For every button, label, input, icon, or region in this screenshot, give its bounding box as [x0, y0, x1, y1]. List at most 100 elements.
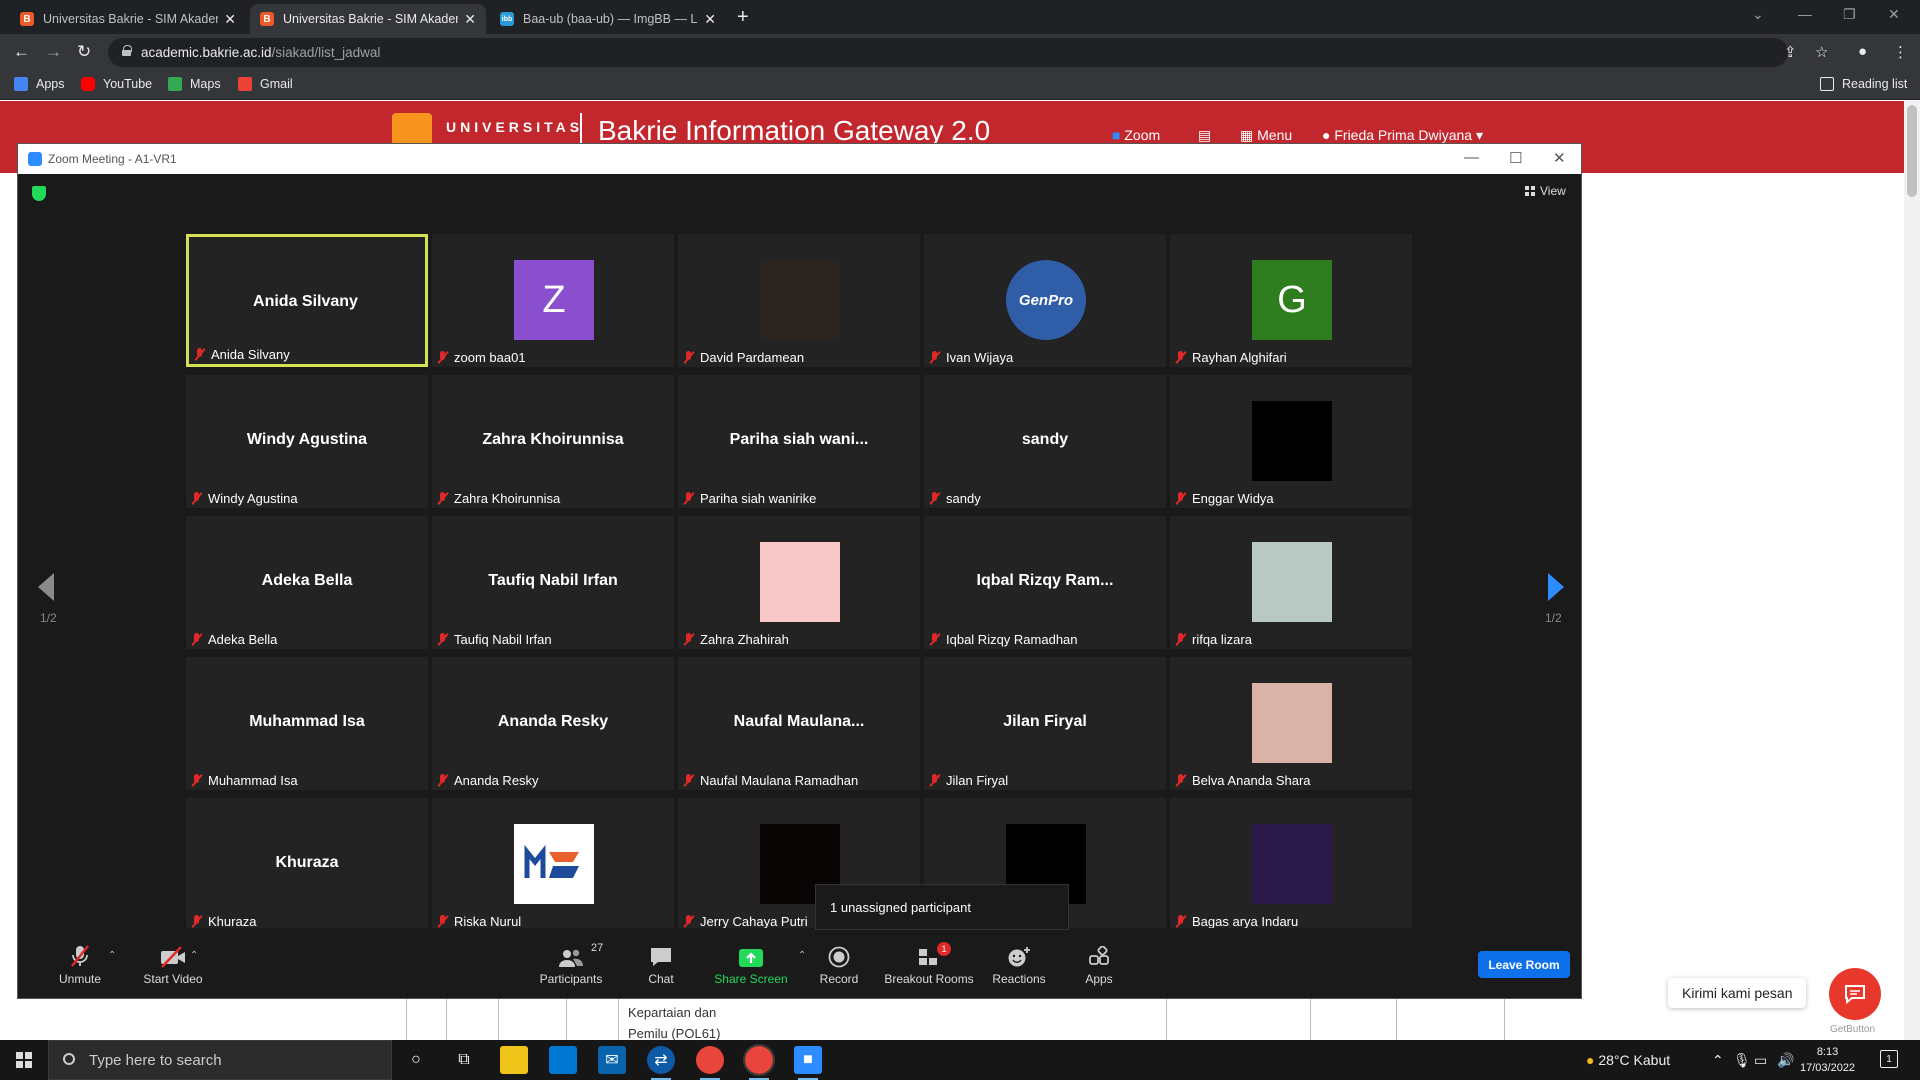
minimize-window-button[interactable]: —	[1798, 6, 1812, 22]
reactions-button[interactable]: Reactions	[974, 942, 1064, 986]
volume-icon[interactable]: 🔊	[1777, 1052, 1794, 1069]
participant-tile[interactable]: Enggar Widya	[1170, 375, 1412, 508]
browser-tab[interactable]: B Universitas Bakrie - SIM Akademik ✕	[10, 4, 246, 34]
next-page-arrow-icon[interactable]	[1548, 573, 1564, 601]
muted-mic-icon	[682, 492, 695, 505]
taskbar-search-box[interactable]: Type here to search	[48, 1040, 392, 1080]
scrollbar-thumb[interactable]	[1907, 105, 1917, 197]
participant-tile[interactable]: Belva Ananda Shara	[1170, 657, 1412, 790]
participant-tile[interactable]: Pariha siah wani... Pariha siah wanirike	[678, 375, 920, 508]
video-options-caret-icon[interactable]: ⌃	[190, 950, 198, 961]
participant-tile[interactable]: Naufal Maulana... Naufal Maulana Ramadhan	[678, 657, 920, 790]
participant-tile[interactable]: Windy Agustina Windy Agustina	[186, 375, 428, 508]
participants-count: 27	[591, 942, 604, 954]
zoom-close-button[interactable]: ✕	[1553, 149, 1566, 167]
taskbar-clock[interactable]: 8:13 17/03/2022	[1800, 1044, 1855, 1076]
encryption-shield-icon[interactable]	[32, 186, 46, 201]
browser-tab-active[interactable]: B Universitas Bakrie - SIM Akademik ✕	[250, 4, 486, 34]
participant-tile[interactable]: rifqa lizara	[1170, 516, 1412, 649]
chat-bubble-button[interactable]	[1829, 968, 1881, 1020]
view-button[interactable]: View	[1525, 184, 1566, 198]
document-icon[interactable]: ▤	[1198, 127, 1211, 144]
unmute-button[interactable]: Unmute	[35, 942, 125, 986]
share-screen-button[interactable]: Share Screen	[706, 942, 796, 986]
previous-page-arrow-icon[interactable]	[38, 573, 54, 601]
reload-icon[interactable]: ↻	[77, 42, 91, 62]
teamviewer-icon[interactable]: ⇄	[647, 1046, 675, 1080]
microphone-icon[interactable]: 🎙	[1733, 1052, 1751, 1069]
participant-tile[interactable]: Iqbal Rizqy Ram... Iqbal Rizqy Ramadhan	[924, 516, 1166, 649]
bookmark-maps[interactable]: Maps	[168, 77, 221, 91]
participant-tile[interactable]: GenPro Ivan Wijaya	[924, 234, 1166, 367]
browser-tab[interactable]: ibb Baa-ub (baa-ub) — ImgBB — Landing ✕	[490, 4, 726, 34]
chat-button[interactable]: Chat	[616, 942, 706, 986]
zoom-app-icon[interactable]: ■	[794, 1046, 822, 1080]
zoom-minimize-button[interactable]: —	[1464, 149, 1479, 166]
windows-start-icon[interactable]	[16, 1052, 32, 1068]
record-button[interactable]: Record	[794, 942, 884, 986]
participant-tile[interactable]: David Pardamean	[678, 234, 920, 367]
reading-list-button[interactable]: Reading list	[1820, 77, 1907, 91]
breakout-rooms-button[interactable]: 1 Breakout Rooms	[884, 942, 974, 986]
participant-tile[interactable]: Muhammad Isa Muhammad Isa	[186, 657, 428, 790]
participant-tile[interactable]: Taufiq Nabil Irfan Taufiq Nabil Irfan	[432, 516, 674, 649]
participant-tile[interactable]: Zahra Khoirunnisa Zahra Khoirunnisa	[432, 375, 674, 508]
task-view-icon[interactable]: ⧉	[450, 1046, 478, 1074]
page-scrollbar[interactable]	[1904, 101, 1920, 1040]
chrome-icon[interactable]	[696, 1046, 724, 1080]
tab-search-icon[interactable]: ⌄	[1752, 6, 1764, 23]
cortana-icon[interactable]: ○	[402, 1046, 430, 1074]
restore-window-button[interactable]: ❐	[1843, 6, 1856, 23]
participant-tile[interactable]: Anida Silvany Anida Silvany	[186, 234, 428, 367]
participant-tile[interactable]: Bagas arya Indaru	[1170, 798, 1412, 928]
participant-tile[interactable]: Khuraza Khuraza	[186, 798, 428, 928]
chrome-profile-icon[interactable]	[743, 1044, 775, 1080]
muted-mic-icon	[682, 633, 695, 646]
close-window-button[interactable]: ✕	[1888, 6, 1900, 23]
participant-tile[interactable]: Adeka Bella Adeka Bella	[186, 516, 428, 649]
back-arrow-icon[interactable]: ←	[13, 42, 30, 62]
participant-tile[interactable]: sandy sandy	[924, 375, 1166, 508]
bookmark-star-icon[interactable]: ☆	[1815, 43, 1828, 61]
weather-widget[interactable]: ● 28°C Kabut	[1586, 1052, 1670, 1068]
participant-tile[interactable]: Ananda Resky Ananda Resky	[432, 657, 674, 790]
close-tab-icon[interactable]: ✕	[464, 11, 476, 28]
close-tab-icon[interactable]: ✕	[704, 11, 716, 28]
zoom-maximize-button[interactable]: ☐	[1509, 149, 1522, 167]
tray-overflow-icon[interactable]: ⌃	[1712, 1052, 1724, 1069]
muted-mic-icon	[69, 942, 91, 968]
mail-icon[interactable]: ✉	[598, 1046, 626, 1074]
bookmark-youtube[interactable]: YouTube	[81, 77, 152, 91]
participant-tile[interactable]: Zzoom baa01	[432, 234, 674, 367]
address-bar[interactable]: academic.bakrie.ac.id/siakad/list_jadwal	[108, 38, 1788, 67]
participant-tile[interactable]: Jilan Firyal Jilan Firyal	[924, 657, 1166, 790]
browser-tab-strip: B Universitas Bakrie - SIM Akademik ✕ B …	[0, 0, 1920, 34]
leave-room-button[interactable]: Leave Room	[1478, 951, 1570, 978]
profile-avatar-icon[interactable]: ●	[1858, 43, 1867, 60]
share-screen-icon	[738, 942, 764, 968]
bookmark-gmail[interactable]: Gmail	[238, 77, 293, 91]
participant-name: Jilan Firyal	[946, 773, 1009, 788]
participant-tile[interactable]: Riska Nurul	[432, 798, 674, 928]
new-tab-button[interactable]: +	[737, 6, 749, 29]
notification-center-icon[interactable]: 1	[1880, 1050, 1898, 1068]
share-icon[interactable]: ⇪	[1784, 43, 1797, 61]
participants-button[interactable]: 27 Participants	[526, 942, 616, 986]
nav-menu-link[interactable]: ▦ Menu	[1240, 127, 1292, 144]
participant-tile[interactable]: Zahra Zhahirah	[678, 516, 920, 649]
start-video-button[interactable]: Start Video	[128, 942, 218, 986]
network-icon[interactable]: ▭	[1754, 1052, 1767, 1069]
file-explorer-icon[interactable]	[500, 1046, 528, 1074]
nav-zoom-link[interactable]: ■ Zoom	[1112, 127, 1160, 143]
muted-mic-icon	[193, 348, 206, 361]
participant-tile[interactable]: G Rayhan Alghifari	[1170, 234, 1412, 367]
chat-prompt[interactable]: Kirimi kami pesan	[1668, 978, 1807, 1008]
nav-user-dropdown[interactable]: ● Frieda Prima Dwiyana ▾	[1322, 127, 1483, 144]
audio-options-caret-icon[interactable]: ⌃	[108, 950, 116, 961]
forward-arrow-icon[interactable]: →	[45, 42, 62, 62]
bookmark-apps[interactable]: Apps	[14, 77, 65, 91]
close-tab-icon[interactable]: ✕	[224, 11, 236, 28]
store-icon[interactable]	[549, 1046, 577, 1074]
menu-kebab-icon[interactable]: ⋮	[1893, 43, 1908, 61]
apps-button[interactable]: Apps	[1054, 942, 1144, 986]
